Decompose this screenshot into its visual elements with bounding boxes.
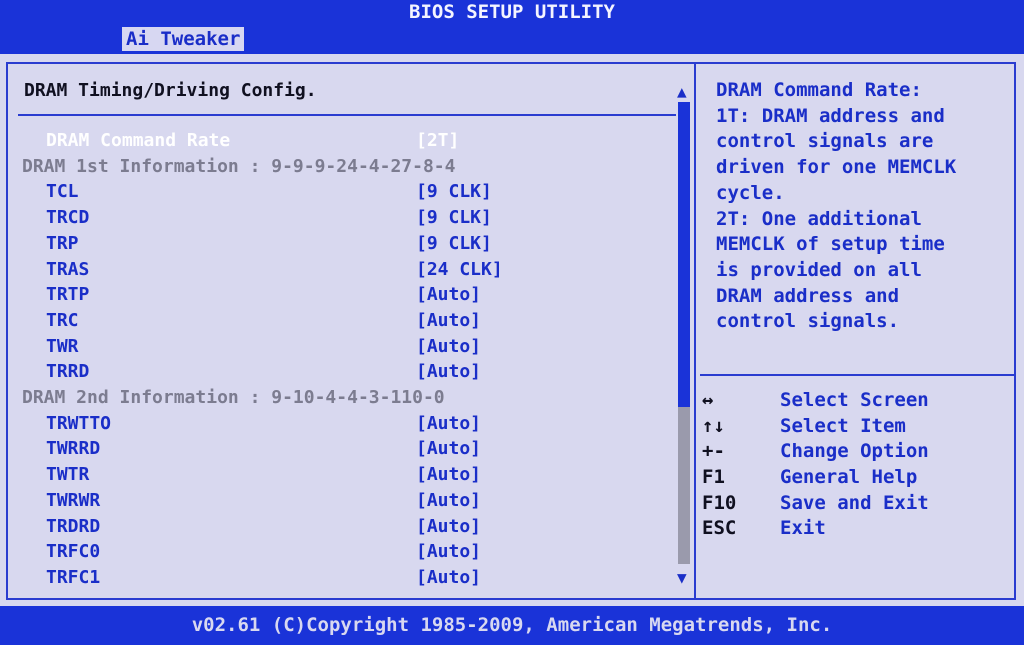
setting-row[interactable]: TRFC0 [Auto] [0, 539, 680, 565]
setting-label: TRP [46, 232, 79, 254]
setting-value[interactable]: [Auto] [416, 282, 481, 308]
help-line: is provided on all [716, 258, 922, 281]
setting-label: TRCD [46, 207, 90, 229]
key-name: ↑↓ [702, 414, 725, 437]
setting-value[interactable]: [Auto] [416, 488, 481, 514]
setting-label: DRAM Command Rate [46, 130, 231, 151]
key-description: Exit [780, 517, 826, 540]
setting-label: TRWTTO [46, 412, 112, 434]
key-description: Save and Exit [780, 491, 929, 514]
setting-value[interactable]: [Auto] [416, 565, 481, 591]
setting-value[interactable]: [Auto] [416, 308, 481, 334]
setting-value[interactable]: [9 CLK] [416, 179, 492, 205]
key-legend-row: ESC Exit [700, 516, 1014, 542]
info-row: DRAM 2nd Information : 9-10-4-4-3-110-0 [0, 385, 680, 411]
setting-label: TRFC1 [46, 566, 101, 588]
key-name: ↔ [702, 389, 714, 411]
footer: v02.61 (C)Copyright 1985-2009, American … [0, 606, 1024, 645]
help-text: DRAM Command Rate: 1T: DRAM address and co… [716, 78, 1006, 335]
key-description: Select Screen [780, 389, 929, 411]
setting-value[interactable]: [9 CLK] [416, 205, 492, 231]
bios-title: BIOS SETUP UTILITY [409, 1, 615, 23]
setting-row[interactable]: DRAM Command Rate [2T] [0, 128, 680, 154]
key-legend-row: F1 General Help [700, 465, 1014, 491]
key-name: +- [702, 440, 725, 463]
setting-value[interactable]: [Auto] [416, 359, 481, 385]
key-description: General Help [780, 466, 918, 489]
copyright-text: v02.61 (C)Copyright 1985-2009, American … [191, 614, 833, 636]
help-line: 2T: One additional [716, 207, 922, 230]
setting-label: TRTP [46, 284, 90, 306]
setting-value[interactable]: [Auto] [416, 334, 481, 360]
help-line: DRAM address and [716, 284, 900, 307]
setting-row[interactable]: TRFC1 [Auto] [0, 565, 680, 591]
tab-ai-tweaker[interactable]: Ai Tweaker [122, 27, 245, 51]
menu-bar: Ai Tweaker [0, 24, 1024, 54]
scrollbar-thumb[interactable] [678, 102, 690, 407]
setting-value[interactable]: [24 CLK] [416, 257, 503, 283]
setting-row[interactable]: TRDRD [Auto] [0, 514, 680, 540]
info-text: DRAM 2nd Information : 9-10-4-4-3-110-0 [22, 387, 445, 408]
key-name: F10 [702, 491, 737, 514]
title-divider [18, 114, 676, 116]
help-line: driven for one MEMCLK [716, 156, 957, 179]
page-title: DRAM Timing/Driving Config. [24, 80, 317, 101]
setting-row[interactable]: TRAS [24 CLK] [0, 257, 680, 283]
setting-row[interactable]: TCL [9 CLK] [0, 179, 680, 205]
scroll-down-icon[interactable]: ▼ [677, 568, 687, 587]
key-description: Change Option [780, 440, 929, 463]
setting-value[interactable]: [Auto] [416, 539, 481, 565]
setting-row[interactable]: TRC [Auto] [0, 308, 680, 334]
key-legend-row: +- Change Option [700, 439, 1014, 465]
scroll-up-icon[interactable]: ▲ [677, 82, 687, 101]
setting-label: TWTR [46, 464, 90, 486]
setting-label: TRFC0 [46, 541, 101, 563]
setting-value[interactable]: [Auto] [416, 411, 481, 437]
setting-row[interactable]: TRWTTO [Auto] [0, 411, 680, 437]
help-line: 1T: DRAM address and [716, 104, 945, 127]
help-line: cycle. [716, 181, 785, 204]
key-legend-row: ↑↓ Select Item [700, 414, 1014, 440]
help-divider [700, 374, 1014, 376]
setting-value[interactable]: [Auto] [416, 514, 481, 540]
key-description: Select Item [780, 414, 906, 437]
setting-label: TWR [46, 335, 79, 357]
setting-row[interactable]: TWR [Auto] [0, 334, 680, 360]
help-line: MEMCLK of setup time [716, 233, 945, 256]
key-name: ESC [702, 517, 737, 540]
setting-label: TWRWR [46, 489, 101, 511]
setting-value[interactable]: [9 CLK] [416, 231, 492, 257]
setting-value[interactable]: [Auto] [416, 436, 481, 462]
setting-row[interactable]: TRCD [9 CLK] [0, 205, 680, 231]
setting-row[interactable]: TWRRD [Auto] [0, 436, 680, 462]
info-text: DRAM 1st Information : 9-9-9-24-4-27-8-4 [22, 155, 456, 177]
setup-screen: DRAM Timing/Driving Config. DRAM Command… [0, 54, 1024, 606]
setting-value[interactable]: [Auto] [416, 462, 481, 488]
setting-row[interactable]: TRTP [Auto] [0, 282, 680, 308]
key-legend: ↔ Select Screen ↑↓ Select Item +- Change Opti… [700, 388, 1014, 542]
setting-row[interactable]: TRRD [Auto] [0, 359, 680, 385]
help-line: control signals. [716, 310, 900, 333]
setting-label: TCL [46, 181, 79, 203]
help-line: control signals are [716, 130, 934, 153]
setting-row[interactable]: TWRWR [Auto] [0, 488, 680, 514]
setting-label: TRC [46, 309, 79, 331]
info-row: DRAM 1st Information : 9-9-9-24-4-27-8-4 [0, 154, 680, 180]
setting-label: TRDRD [46, 515, 101, 537]
setting-label: TWRRD [46, 438, 101, 460]
setting-value[interactable]: [2T] [416, 128, 459, 154]
setting-label: TRAS [46, 258, 90, 280]
key-name: F1 [702, 466, 725, 489]
setting-row[interactable]: TRP [9 CLK] [0, 231, 680, 257]
key-legend-row: F10 Save and Exit [700, 491, 1014, 517]
setting-row[interactable]: TWTR [Auto] [0, 462, 680, 488]
bios-title-bar: BIOS SETUP UTILITY [0, 0, 1024, 24]
setting-label: TRRD [46, 361, 90, 383]
panel-divider [694, 62, 696, 600]
help-line: DRAM Command Rate: [716, 79, 922, 101]
key-legend-row: ↔ Select Screen [700, 388, 1014, 414]
